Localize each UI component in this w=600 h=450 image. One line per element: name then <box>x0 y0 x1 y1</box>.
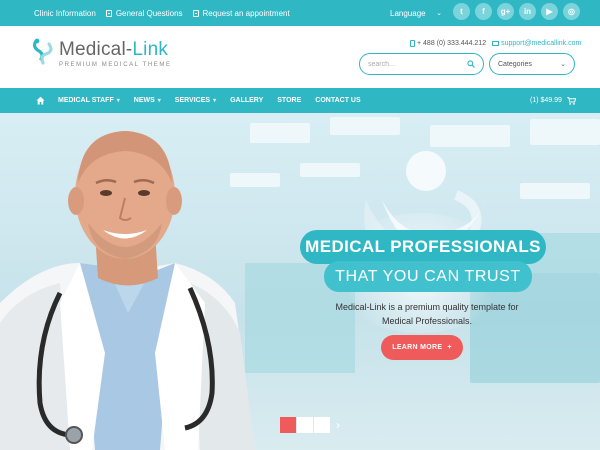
nav-item-label: NEWS <box>133 97 155 104</box>
site-header: Medical-Link PREMIUM MEDICAL THEME + 488… <box>0 26 600 88</box>
nav-item-store[interactable]: STORE <box>277 97 301 104</box>
language-label: Language <box>390 8 426 18</box>
nav-item-contact-us[interactable]: CONTACT US <box>315 97 360 104</box>
cart-summary[interactable]: (1) $49.99 <box>530 88 576 113</box>
ceiling-light <box>530 119 600 145</box>
chevron-down-icon: ⌄ <box>436 10 442 17</box>
calendar-icon <box>192 9 199 17</box>
chevron-down-icon: ▾ <box>157 98 161 104</box>
ceiling-light <box>520 183 590 199</box>
search-icon[interactable] <box>467 60 475 68</box>
logo-text-accent: Link <box>132 39 169 60</box>
nav-item-label: STORE <box>277 97 302 104</box>
ceiling-light <box>330 117 400 135</box>
phone-icon <box>410 40 415 47</box>
logo-tagline: PREMIUM MEDICAL THEME <box>59 62 172 68</box>
language-select[interactable]: Language ⌄ <box>390 0 442 26</box>
learn-more-button[interactable]: LEARN MORE + <box>381 335 463 360</box>
shield-icon <box>105 9 112 17</box>
envelope-icon <box>492 41 500 46</box>
clinic-information-label: Clinic Information <box>34 8 96 18</box>
search-input[interactable] <box>368 60 463 68</box>
phone-info: + 488 (0) 333.444.212 <box>410 40 486 47</box>
email-address[interactable]: support@medicallink.com <box>501 40 581 47</box>
top-links: Clinic Information General Questions Req… <box>34 0 290 26</box>
hero-description: Medical-Link is a premium quality templa… <box>335 302 519 326</box>
chevron-down-icon: ⌄ <box>560 61 566 68</box>
home-icon[interactable] <box>36 96 45 105</box>
rss-icon[interactable]: ◎ <box>563 3 580 20</box>
twitter-icon[interactable]: t <box>453 3 470 20</box>
contact-info: + 488 (0) 333.444.212 support@medicallin… <box>410 40 581 47</box>
logo-text-main: Medical- <box>59 39 133 60</box>
top-bar: Clinic Information General Questions Req… <box>0 0 600 26</box>
request-appointment-label: Request an appointment <box>202 8 290 18</box>
nav-item-gallery[interactable]: GALLERY <box>230 97 263 104</box>
main-nav: MEDICAL STAFF ▾ NEWS ▾ SERVICES ▾ GALLER… <box>0 88 600 113</box>
search-box <box>359 53 484 75</box>
nav-item-label: MEDICAL STAFF <box>58 97 114 104</box>
slide-dot-1[interactable] <box>280 417 296 433</box>
nav-item-label: CONTACT US <box>315 97 361 104</box>
email-info[interactable]: support@medicallink.com <box>492 40 581 47</box>
nav-item-label: SERVICES <box>174 97 211 104</box>
ceiling-light <box>430 125 510 147</box>
slider-pagination <box>280 417 330 433</box>
doctor-photo <box>0 131 255 450</box>
cart-icon <box>567 96 576 105</box>
hero-subheadline: THAT YOU CAN TRUST <box>324 261 532 292</box>
slide-dot-2[interactable] <box>297 417 313 433</box>
chevron-down-icon: ▾ <box>116 98 120 104</box>
phone-number: + 488 (0) 333.444.212 <box>417 40 487 47</box>
nav-item-services[interactable]: SERVICES ▾ <box>175 97 216 104</box>
learn-more-label: LEARN MORE <box>392 344 443 351</box>
hero-slider: MEDICAL PROFESSIONALS THAT YOU CAN TRUST… <box>0 113 600 450</box>
ceiling-light <box>300 163 360 177</box>
nav-item-medical-staff[interactable]: MEDICAL STAFF ▾ <box>58 97 120 104</box>
logo-icon[interactable] <box>32 38 54 66</box>
nav-items: MEDICAL STAFF ▾ NEWS ▾ SERVICES ▾ GALLER… <box>58 88 361 113</box>
nav-item-label: GALLERY <box>230 97 264 104</box>
google-plus-icon[interactable]: g+ <box>497 3 514 20</box>
chevron-right-icon[interactable]: › <box>336 418 340 432</box>
nav-item-news[interactable]: NEWS ▾ <box>134 97 161 104</box>
facebook-icon[interactable]: f <box>475 3 492 20</box>
linkedin-icon[interactable]: in <box>519 3 536 20</box>
plus-icon: + <box>447 344 452 351</box>
youtube-icon[interactable]: ▶ <box>541 3 558 20</box>
clinic-information-link[interactable]: Clinic Information <box>34 9 96 18</box>
hero-headline: MEDICAL PROFESSIONALS <box>300 230 546 264</box>
cart-total: (1) $49.99 <box>530 97 562 104</box>
chevron-down-icon: ▾ <box>213 98 217 104</box>
request-appointment-link[interactable]: Request an appointment <box>192 8 290 18</box>
general-questions-link[interactable]: General Questions <box>105 8 183 18</box>
categories-select[interactable]: Categories ⌄ <box>489 53 575 75</box>
general-questions-label: General Questions <box>115 8 183 18</box>
social-links: t f g+ in ▶ ◎ <box>453 3 580 20</box>
categories-label: Categories <box>498 60 532 68</box>
logo-text[interactable]: Medical-Link <box>59 39 168 61</box>
slide-dot-3[interactable] <box>314 417 330 433</box>
